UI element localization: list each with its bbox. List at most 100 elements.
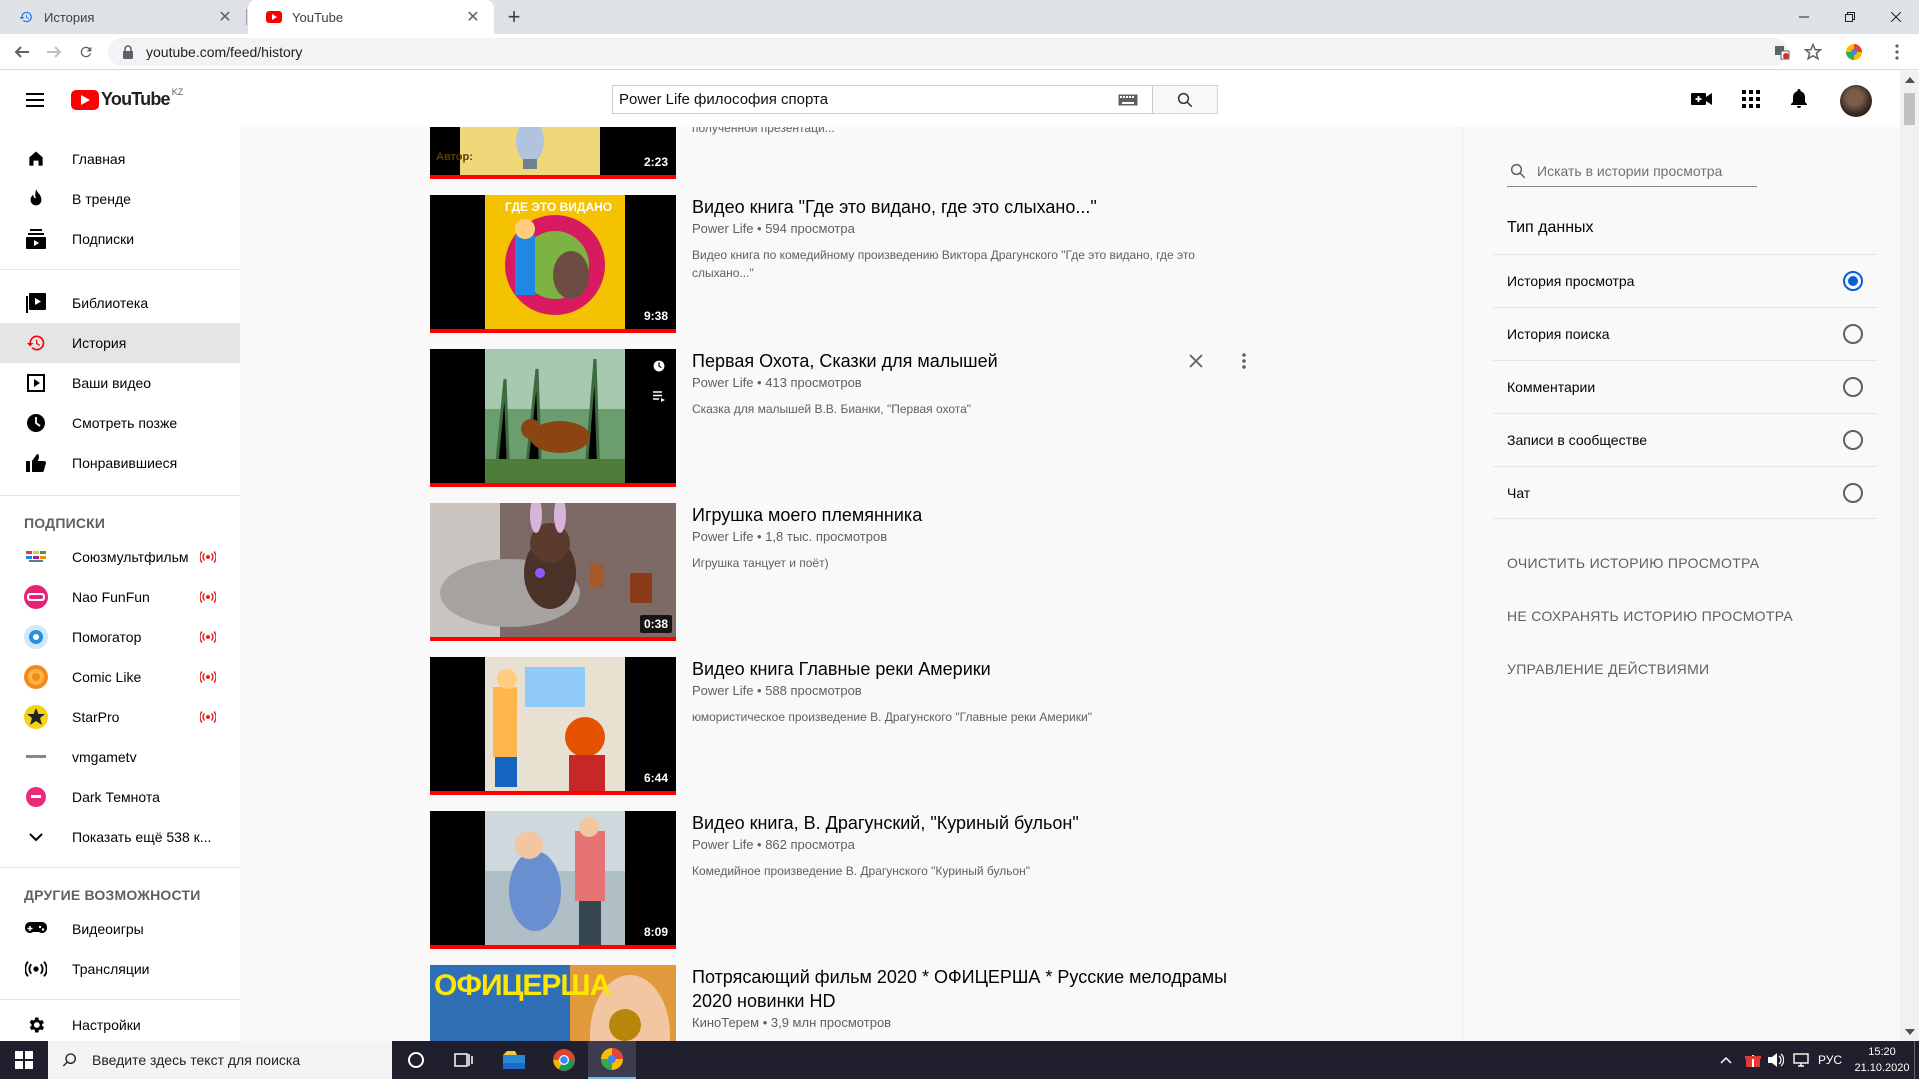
- video-title[interactable]: Первая Охота, Сказки для малышей: [692, 349, 1252, 373]
- guide-item-live[interactable]: Трансляции: [0, 949, 240, 989]
- channel-name[interactable]: Power Life: [692, 375, 753, 390]
- channel-name[interactable]: Power Life: [692, 529, 753, 544]
- guide-channel-pomogator[interactable]: Помогатор: [0, 617, 240, 657]
- show-desktop-button[interactable]: [1914, 1041, 1919, 1079]
- video-title[interactable]: Видео книга Главные реки Америки: [692, 657, 1252, 681]
- guide-channel-nao-funfun[interactable]: Nao FunFun: [0, 577, 240, 617]
- pause-history-button[interactable]: НЕ СОХРАНЯТЬ ИСТОРИЮ ПРОСМОТРА: [1507, 608, 1793, 624]
- guide-item-history[interactable]: История: [0, 323, 240, 363]
- guide-item-trending[interactable]: В тренде: [0, 179, 240, 219]
- show-more-subscriptions[interactable]: Показать ещё 538 к...: [0, 817, 240, 857]
- video-row[interactable]: ОФИЦЕРША Потрясающий фильм 2020 * ОФИЦЕР…: [430, 965, 1260, 1041]
- video-title[interactable]: Видео книга, В. Драгунский, "Куриный бул…: [692, 811, 1252, 835]
- add-to-queue-button[interactable]: [650, 387, 668, 405]
- keyboard-icon[interactable]: [1118, 94, 1138, 106]
- radio-community-posts[interactable]: Записи в сообществе: [1493, 413, 1877, 466]
- back-button[interactable]: [10, 40, 34, 64]
- video-menu-button[interactable]: [1232, 349, 1256, 373]
- radio-button[interactable]: [1843, 430, 1863, 450]
- notifications-button[interactable]: [1787, 87, 1811, 111]
- tray-expand-button[interactable]: [1720, 1041, 1732, 1079]
- tab-history[interactable]: История ✕: [0, 0, 246, 34]
- extension-button[interactable]: [1842, 40, 1866, 64]
- taskbar-clock[interactable]: 15:20 21.10.2020: [1852, 1044, 1912, 1076]
- radio-search-history[interactable]: История поиска: [1493, 307, 1877, 360]
- video-row[interactable]: 8:09 Видео книга, В. Драгунский, "Курины…: [430, 811, 1260, 951]
- guide-channel-starpro[interactable]: StarPro: [0, 697, 240, 737]
- video-thumbnail[interactable]: ГДЕ ЭТО ВИДАНО 9:38: [430, 195, 676, 333]
- video-title[interactable]: Потрясающий фильм 2020 * ОФИЦЕРША * Русс…: [692, 965, 1252, 1013]
- radio-chat[interactable]: Чат: [1493, 466, 1877, 519]
- youtube-logo[interactable]: YouTube KZ: [71, 87, 183, 110]
- scroll-down-arrow-icon[interactable]: [1905, 1029, 1915, 1035]
- radio-comments[interactable]: Комментарии: [1493, 360, 1877, 413]
- video-thumbnail[interactable]: 8:09: [430, 811, 676, 949]
- video-thumbnail[interactable]: 0:38: [430, 503, 676, 641]
- browser-menu-button[interactable]: [1885, 40, 1909, 64]
- task-view-button[interactable]: [392, 1041, 440, 1079]
- input-language-indicator[interactable]: РУС: [1818, 1041, 1842, 1079]
- history-search-input[interactable]: Искать в истории просмотра: [1507, 155, 1757, 187]
- close-window-button[interactable]: [1873, 0, 1919, 34]
- translate-blocked-button[interactable]: [1770, 40, 1794, 64]
- guide-channel-vmgametv[interactable]: vmgametv: [0, 737, 240, 777]
- account-avatar[interactable]: [1840, 85, 1872, 117]
- tray-volume[interactable]: [1768, 1041, 1784, 1079]
- video-row[interactable]: 6:44 Видео книга Главные реки Америки Po…: [430, 657, 1260, 797]
- video-row[interactable]: 0:38 Игрушка моего племянника Power Life…: [430, 503, 1260, 643]
- remove-from-history-button[interactable]: [1184, 349, 1208, 373]
- video-row[interactable]: ГДЕ ЭТО ВИДАНО 9:38 Видео книга "Где это…: [430, 195, 1260, 335]
- video-thumbnail[interactable]: Автор: 2:23: [430, 127, 676, 179]
- channel-name[interactable]: Power Life: [692, 837, 753, 852]
- guide-channel-dark-temnota[interactable]: Dark Темнота: [0, 777, 240, 817]
- guide-item-settings[interactable]: Настройки: [0, 1005, 240, 1041]
- video-row[interactable]: Первая Охота, Сказки для малышей Power L…: [430, 349, 1260, 489]
- guide-item-watch-later[interactable]: Смотреть позже: [0, 403, 240, 443]
- address-bar[interactable]: youtube.com/feed/history: [108, 38, 1788, 66]
- video-thumbnail[interactable]: [430, 349, 676, 487]
- guide-menu-button[interactable]: [23, 88, 47, 112]
- guide-item-liked[interactable]: Понравившиеся: [0, 443, 240, 483]
- radio-button[interactable]: [1843, 482, 1863, 503]
- taskbar-search-input[interactable]: Введите здесь текст для поиска: [48, 1041, 392, 1079]
- minimize-button[interactable]: [1781, 0, 1827, 34]
- radio-watch-history[interactable]: История просмотра: [1493, 254, 1877, 307]
- channel-name[interactable]: КиноТерем: [692, 1015, 759, 1030]
- taskbar-app-yandex[interactable]: [588, 1041, 636, 1079]
- channel-name[interactable]: Power Life: [692, 221, 753, 236]
- new-tab-button[interactable]: +: [500, 4, 528, 30]
- page-scrollbar[interactable]: [1900, 71, 1919, 1041]
- video-title[interactable]: Видео книга "Где это видано, где это слы…: [692, 195, 1252, 219]
- reload-button[interactable]: [74, 40, 98, 64]
- restore-button[interactable]: [1827, 0, 1873, 34]
- radio-button[interactable]: [1843, 377, 1863, 397]
- guide-channel-soyuzmultfilm[interactable]: Союзмультфильм: [0, 537, 240, 577]
- close-icon[interactable]: ✕: [216, 7, 234, 27]
- guide-channel-comic-like[interactable]: Comic Like: [0, 657, 240, 697]
- video-thumbnail[interactable]: ОФИЦЕРША: [430, 965, 676, 1041]
- tab-youtube[interactable]: YouTube ✕: [248, 0, 494, 34]
- close-icon[interactable]: ✕: [464, 7, 482, 27]
- watch-later-button[interactable]: [650, 357, 668, 375]
- task-view-timeline-button[interactable]: [440, 1041, 488, 1079]
- forward-button[interactable]: [42, 40, 66, 64]
- radio-button[interactable]: [1843, 324, 1863, 344]
- apps-button[interactable]: [1739, 87, 1763, 111]
- guide-item-gaming[interactable]: Видеоигры: [0, 909, 240, 949]
- start-button[interactable]: [0, 1041, 48, 1079]
- search-button[interactable]: [1153, 85, 1218, 114]
- bookmark-button[interactable]: [1801, 40, 1825, 64]
- scroll-up-arrow-icon[interactable]: [1905, 77, 1915, 83]
- guide-item-library[interactable]: Библиотека: [0, 283, 240, 323]
- video-thumbnail[interactable]: 6:44: [430, 657, 676, 795]
- channel-name[interactable]: Power Life: [692, 683, 753, 698]
- tray-gift-icon[interactable]: [1745, 1041, 1761, 1079]
- manage-activity-button[interactable]: УПРАВЛЕНИЕ ДЕЙСТВИЯМИ: [1507, 661, 1709, 677]
- tray-network[interactable]: [1792, 1041, 1810, 1079]
- taskbar-app-chrome[interactable]: [540, 1041, 588, 1079]
- guide-item-subscriptions[interactable]: Подписки: [0, 219, 240, 259]
- scrollbar-thumb[interactable]: [1904, 93, 1915, 125]
- search-input[interactable]: Power Life философия спорта: [612, 85, 1153, 114]
- guide-item-your-videos[interactable]: Ваши видео: [0, 363, 240, 403]
- guide-item-home[interactable]: Главная: [0, 139, 240, 179]
